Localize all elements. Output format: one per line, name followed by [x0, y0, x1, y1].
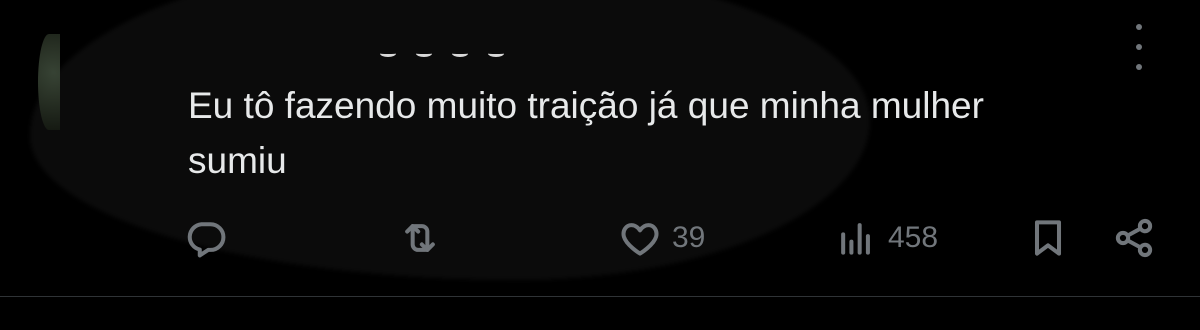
tweet-text: Eu tô fazendo muito traição já que minha…	[188, 78, 1148, 188]
bookmark-icon	[1034, 220, 1062, 256]
views-icon	[841, 223, 870, 255]
retweet-icon	[405, 224, 435, 252]
reply-button[interactable]	[184, 210, 228, 266]
reply-icon	[187, 222, 226, 258]
more-options-icon[interactable]	[1124, 22, 1154, 72]
avatar[interactable]	[38, 34, 60, 130]
views-button[interactable]: 458	[834, 210, 938, 266]
share-icon	[1115, 218, 1153, 258]
tweet-text-line-2: sumiu	[188, 140, 287, 181]
tweet-text-line-1: Eu tô fazendo muito traição já que minha…	[188, 85, 984, 126]
views-count: 458	[888, 221, 939, 254]
like-button[interactable]: 39	[618, 210, 705, 266]
divider	[0, 296, 1200, 297]
tweet-actions-bar: 39 458	[0, 210, 1200, 266]
share-button[interactable]	[1112, 210, 1156, 266]
username-fragment	[380, 48, 570, 58]
retweet-button[interactable]	[398, 210, 442, 266]
heart-icon	[621, 223, 659, 256]
bookmark-button[interactable]	[1026, 210, 1070, 266]
like-count: 39	[672, 221, 706, 254]
